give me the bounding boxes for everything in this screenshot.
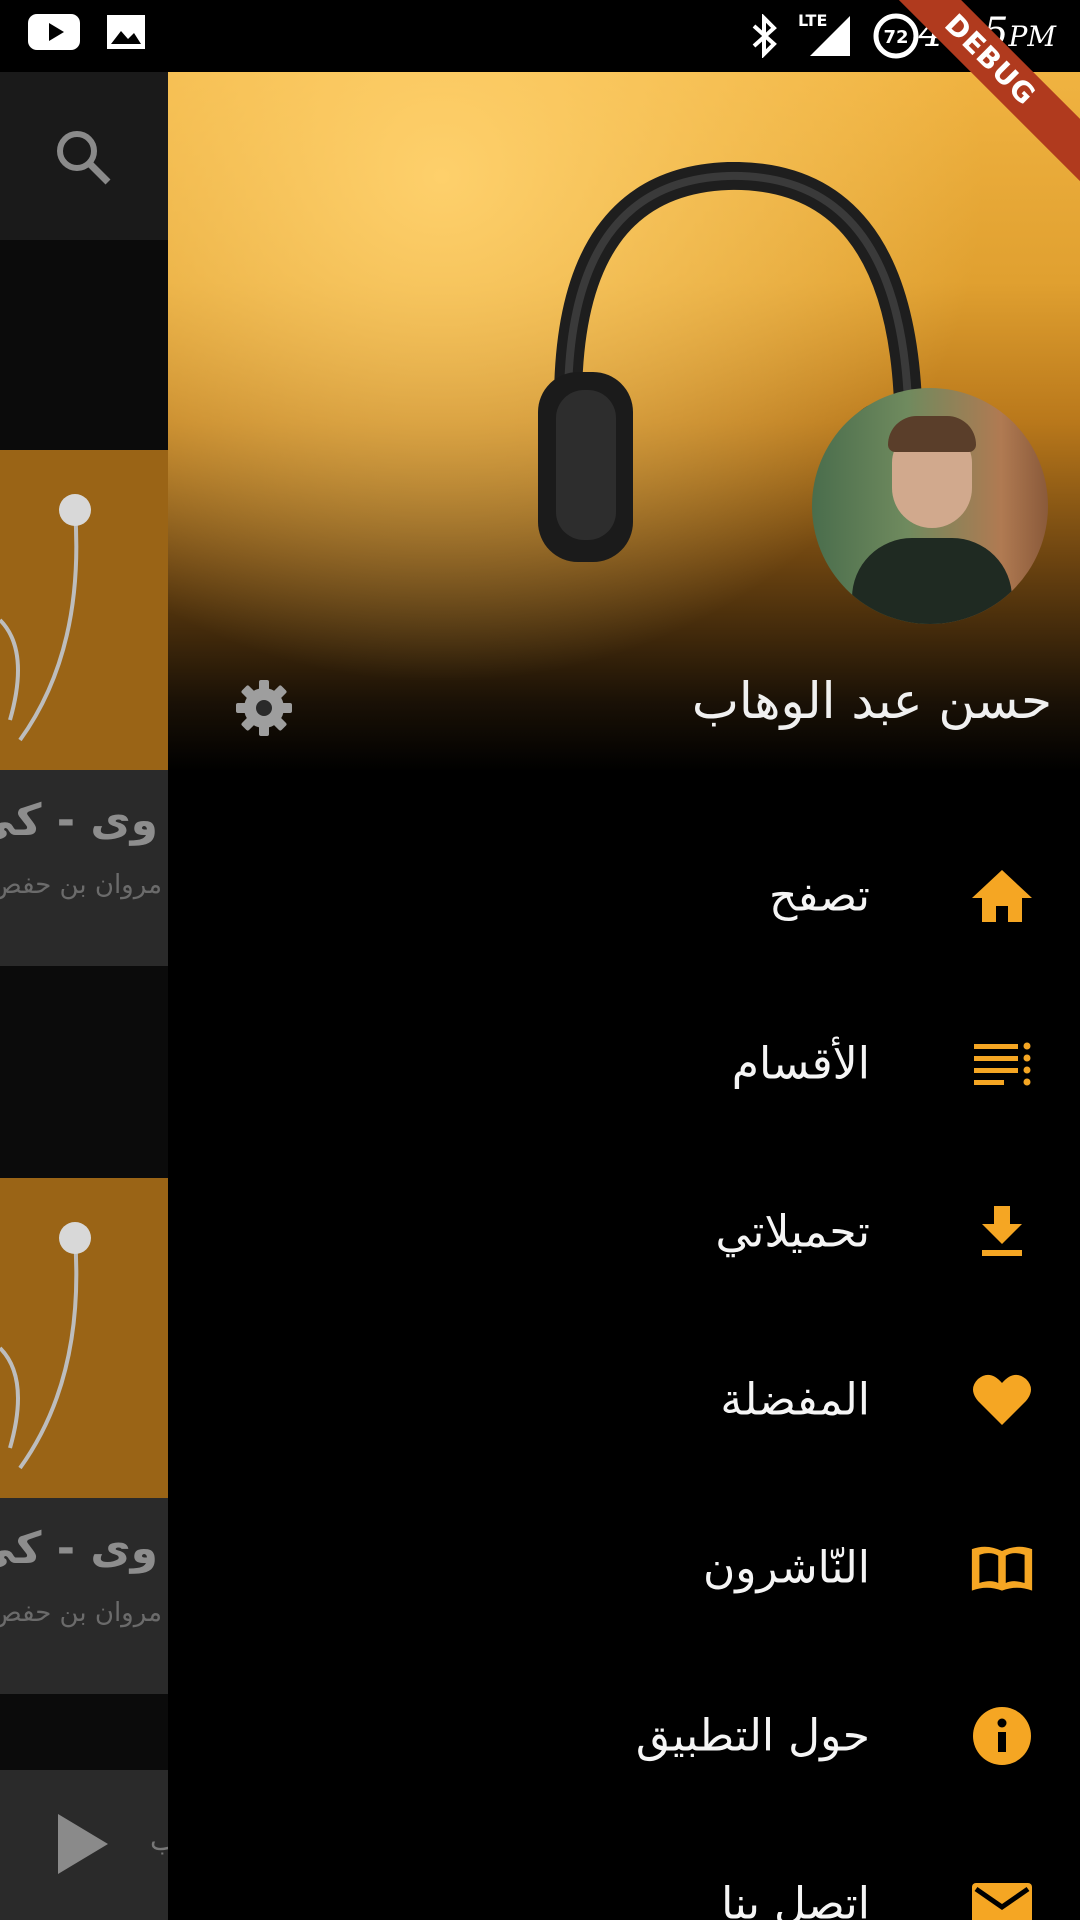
heart-icon bbox=[970, 1368, 1034, 1432]
player-title: ب bbox=[150, 1824, 168, 1857]
lte-signal-icon: LTE bbox=[796, 10, 852, 62]
menu-label: الأقسام bbox=[731, 1038, 870, 1090]
drawer-header: حسن عبد الوهاب bbox=[168, 72, 1080, 772]
menu-item-downloads[interactable]: تحميلاتي bbox=[168, 1148, 1080, 1316]
mini-player[interactable]: ب bbox=[0, 1770, 168, 1920]
search-icon[interactable] bbox=[54, 128, 112, 190]
mail-icon bbox=[970, 1872, 1034, 1920]
menu-item-publishers[interactable]: النّاشرون bbox=[168, 1484, 1080, 1652]
card-subtitle: مروان بن حفص bbox=[0, 870, 162, 900]
menu-item-about[interactable]: حول التطبيق bbox=[168, 1652, 1080, 1820]
menu-item-contact[interactable]: اتصل بنا bbox=[168, 1820, 1080, 1920]
menu-item-browse[interactable]: تصفح bbox=[168, 812, 1080, 980]
download-icon bbox=[970, 1200, 1034, 1264]
user-avatar[interactable] bbox=[812, 388, 1048, 624]
menu-item-favorites[interactable]: المفضلة bbox=[168, 1316, 1080, 1484]
card-title: وى - كي bbox=[0, 1523, 158, 1574]
play-icon[interactable] bbox=[58, 1814, 108, 1878]
menu-label: تصفح bbox=[768, 870, 870, 922]
menu-label: النّاشرون bbox=[702, 1542, 870, 1594]
list-icon bbox=[970, 1032, 1034, 1096]
menu-label: حول التطبيق bbox=[635, 1710, 870, 1762]
card-image bbox=[0, 1178, 168, 1498]
info-icon bbox=[970, 1704, 1034, 1768]
image-icon bbox=[106, 14, 146, 54]
background-card[interactable]: وى - كي مروان بن حفص bbox=[0, 450, 168, 966]
card-subtitle: مروان بن حفص bbox=[0, 1598, 162, 1628]
home-icon bbox=[970, 864, 1034, 928]
status-ampm: PM bbox=[1008, 20, 1056, 53]
battery-icon: 72 bbox=[872, 12, 920, 64]
user-name: حسن عبد الوهاب bbox=[691, 672, 1052, 730]
background-app: وى - كي مروان بن حفص وى - كي مروان بن حف… bbox=[0, 72, 168, 1920]
menu-label: تحميلاتي bbox=[715, 1206, 870, 1258]
svg-text:72: 72 bbox=[883, 27, 908, 48]
book-icon bbox=[970, 1536, 1034, 1600]
menu-item-categories[interactable]: الأقسام bbox=[168, 980, 1080, 1148]
menu-label: اتصل بنا bbox=[721, 1878, 870, 1920]
svg-text:LTE: LTE bbox=[798, 11, 827, 30]
background-toolbar bbox=[0, 72, 168, 240]
settings-gear-icon[interactable] bbox=[234, 678, 294, 742]
youtube-icon bbox=[28, 14, 80, 54]
background-card[interactable]: وى - كي مروان بن حفص bbox=[0, 1178, 168, 1694]
card-title: وى - كي bbox=[0, 795, 158, 846]
card-image bbox=[0, 450, 168, 770]
navigation-drawer: حسن عبد الوهاب تصفح الأقسام تحميلاتي الم… bbox=[168, 72, 1080, 1920]
bluetooth-icon bbox=[744, 13, 784, 62]
menu-label: المفضلة bbox=[720, 1374, 870, 1426]
